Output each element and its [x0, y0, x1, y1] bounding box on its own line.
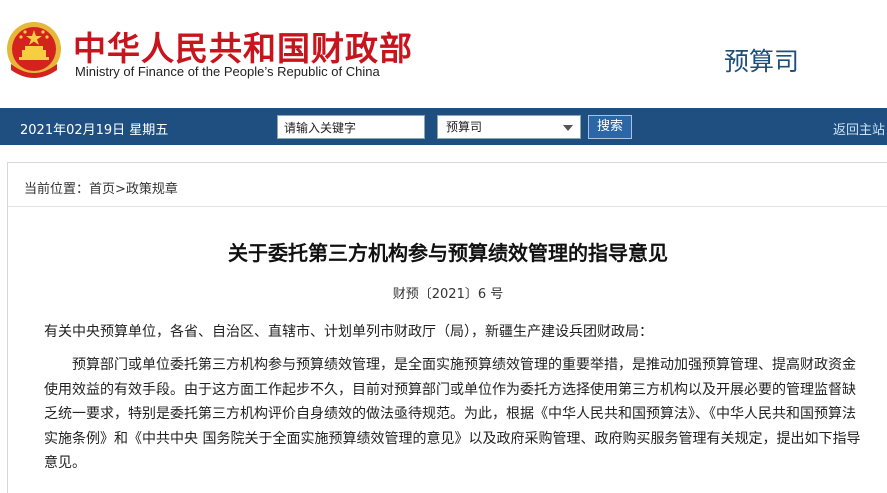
breadcrumb: 当前位置：首页>政策规章	[24, 182, 178, 197]
back-home-link[interactable]: 返回主站	[833, 119, 885, 138]
site-header: 中华人民共和国财政部 Ministry of Finance of the Pe…	[0, 0, 887, 108]
search-scope-select[interactable]: 预算司	[437, 115, 581, 139]
org-name-en: Ministry of Finance of the People’s Repu…	[75, 64, 380, 79]
article-paragraph: 预算部门或单位委托第三方机构参与预算绩效管理，是全面实施预算绩效管理的重要举措，…	[44, 357, 861, 472]
current-date: 2021年02月19日 星期五	[20, 123, 169, 138]
org-name-cn: 中华人民共和国财政部	[73, 29, 413, 68]
national-emblem-icon	[7, 22, 61, 78]
divider	[8, 206, 887, 207]
chevron-down-icon	[563, 125, 573, 131]
salutation: 有关中央预算单位，各省、自治区、直辖市、计划单列市财政厅（局），新疆生产建设兵团…	[44, 324, 653, 340]
search-scope-value: 预算司	[446, 120, 483, 134]
article-title: 关于委托第三方机构参与预算绩效管理的指导意见	[228, 241, 668, 265]
nav-bar: 2021年02月19日 星期五 预算司 搜索 返回主站	[0, 108, 887, 145]
search-input[interactable]	[277, 115, 425, 139]
document-number: 财预〔2021〕6 号	[392, 287, 504, 302]
department-name: 预算司	[724, 47, 800, 76]
article-container: 当前位置：首页>政策规章 关于委托第三方机构参与预算绩效管理的指导意见 财预〔2…	[7, 162, 887, 493]
search-button[interactable]: 搜索	[588, 115, 632, 139]
